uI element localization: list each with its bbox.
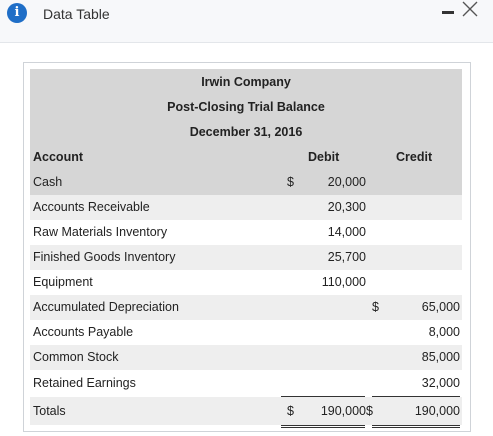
statement-date: December 31, 2016 bbox=[189, 125, 303, 139]
account-name: Equipment bbox=[33, 275, 93, 289]
credit-amount: 65,000 bbox=[421, 300, 460, 314]
credit-amount: 85,000 bbox=[421, 350, 460, 364]
info-icon: i bbox=[7, 3, 27, 23]
debit-column-header: Debit bbox=[308, 150, 340, 164]
account-name: Common Stock bbox=[33, 350, 119, 364]
credit-total-currency: $ bbox=[366, 404, 373, 418]
credit-column-header: Credit bbox=[396, 150, 433, 164]
totals-row: Totals $ 190,000 $ 190,000 bbox=[30, 397, 462, 425]
debit-amount: 20,000 bbox=[327, 175, 366, 189]
debit-total-amount: 190,000 bbox=[320, 404, 366, 418]
credit-amount: 8,000 bbox=[428, 325, 460, 339]
minimize-icon bbox=[442, 11, 454, 14]
account-name: Raw Materials Inventory bbox=[33, 225, 168, 239]
debit-currency: $ bbox=[287, 175, 294, 189]
debit-amount: 25,700 bbox=[327, 250, 366, 264]
table-row: Accounts Payable 8,000 bbox=[30, 320, 462, 345]
title-bar: i Data Table bbox=[0, 0, 493, 43]
credit-amount: 32,000 bbox=[421, 376, 460, 390]
table-row: Common Stock 85,000 bbox=[30, 345, 462, 370]
table-row: Cash $ 20,000 bbox=[30, 170, 462, 195]
credit-total-amount: 190,000 bbox=[414, 404, 460, 418]
table-row: Raw Materials Inventory 14,000 bbox=[30, 220, 462, 245]
data-table-dialog: i Data Table Irwin Company Post-Closing … bbox=[0, 0, 493, 436]
account-name: Finished Goods Inventory bbox=[33, 250, 176, 264]
table-row: Finished Goods Inventory 25,700 bbox=[30, 245, 462, 270]
debit-total-currency: $ bbox=[287, 404, 294, 418]
column-header-row: Account Debit Credit bbox=[30, 145, 462, 170]
statement-title: Post-Closing Trial Balance bbox=[167, 100, 325, 114]
company-name: Irwin Company bbox=[201, 75, 291, 89]
table-row: Retained Earnings 32,000 bbox=[30, 371, 462, 396]
minimize-button[interactable] bbox=[440, 2, 456, 18]
debit-amount: 110,000 bbox=[321, 275, 366, 289]
account-name: Accounts Payable bbox=[33, 325, 134, 339]
credit-currency: $ bbox=[372, 300, 379, 314]
table-row: Accumulated Depreciation $ 65,000 bbox=[30, 295, 462, 320]
totals-label: Totals bbox=[33, 404, 66, 418]
debit-total-double-rule bbox=[281, 425, 365, 426]
content-frame: Irwin Company Post-Closing Trial Balance… bbox=[23, 62, 471, 432]
credit-total-double-rule bbox=[372, 427, 460, 428]
account-name: Accounts Receivable bbox=[33, 200, 150, 214]
debit-amount: 20,300 bbox=[327, 200, 366, 214]
account-name: Cash bbox=[33, 175, 63, 189]
debit-total-double-rule bbox=[281, 427, 365, 428]
close-button[interactable] bbox=[460, 0, 480, 20]
dialog-title: Data Table bbox=[43, 6, 110, 22]
close-icon bbox=[462, 1, 478, 17]
table-row: Equipment 110,000 bbox=[30, 270, 462, 295]
debit-amount: 14,000 bbox=[327, 225, 366, 239]
trial-balance-table: Irwin Company Post-Closing Trial Balance… bbox=[30, 69, 462, 428]
account-name: Retained Earnings bbox=[33, 376, 136, 390]
account-column-header: Account bbox=[33, 150, 83, 164]
credit-total-double-rule bbox=[372, 425, 460, 426]
account-name: Accumulated Depreciation bbox=[33, 300, 179, 314]
table-row: Accounts Receivable 20,300 bbox=[30, 195, 462, 220]
